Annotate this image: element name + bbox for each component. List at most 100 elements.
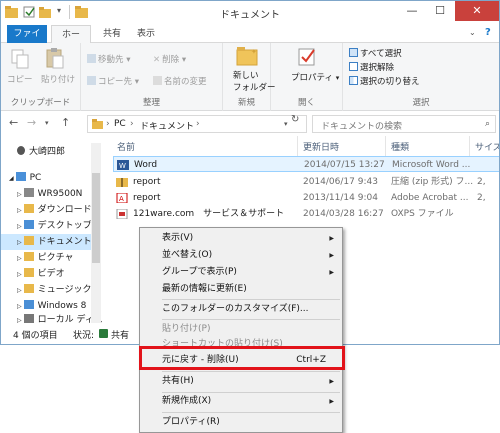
menu-item-refresh[interactable]: 最新の情報に更新(E): [142, 281, 340, 298]
column-divider[interactable]: [297, 136, 298, 156]
minimize-button[interactable]: —: [399, 1, 425, 21]
menu-label-undo: 元に戻す - 削除(U): [162, 355, 239, 365]
refresh-icon[interactable]: ↻: [291, 114, 299, 125]
group-label-new: 新規: [237, 98, 255, 108]
forward-arrow-icon[interactable]: →: [27, 116, 36, 129]
menu-label-properties: プロパティ(R): [162, 417, 220, 427]
menu-item-properties[interactable]: プロパティ(R): [142, 414, 340, 431]
delete-button[interactable]: ✕ 削除 ▾: [153, 53, 186, 65]
menu-label-paste: 貼り付け(P): [162, 324, 211, 334]
file-row[interactable]: A report 2013/11/14 9:04 Adobe Acrobat .…: [113, 190, 499, 206]
file-row[interactable]: 121ware.com サービス＆サポート 2014/03/28 16:27 O…: [113, 206, 499, 222]
delete-icon: ✕: [153, 55, 161, 65]
copy-button[interactable]: コピー: [7, 73, 33, 85]
sidebar-item-music[interactable]: ▷ ミュージック: [17, 282, 91, 298]
breadcrumb-documents[interactable]: ドキュメント: [140, 119, 194, 132]
menu-item-sort[interactable]: 並べ替え(O) ▶: [142, 247, 340, 264]
properties-button[interactable]: プロパティ ▾: [291, 71, 339, 83]
menu-separator: [162, 319, 340, 320]
desktop-icon: [23, 220, 34, 229]
documents-folder-icon: [23, 236, 34, 245]
column-divider[interactable]: [385, 136, 386, 156]
sidebar-item-wr9500n[interactable]: ▷ WR9500N: [17, 186, 82, 202]
menu-item-view[interactable]: 表示(V) ▶: [142, 230, 340, 247]
sidebar-scrollbar[interactable]: [91, 143, 101, 323]
submenu-arrow-icon: ▶: [329, 252, 334, 259]
file-type: OXPS ファイル: [391, 209, 454, 219]
maximize-button[interactable]: ☐: [427, 1, 453, 21]
navigation-pane: 大崎四郎 ◢ PC ▷ WR9500N ▷ ダウンロード ▷ デスクトップ ▷ ドキュメン…: [1, 136, 103, 325]
help-icon[interactable]: ?: [485, 27, 491, 38]
menu-item-undo[interactable]: 元に戻す - 削除(U) Ctrl+Z: [142, 352, 340, 369]
menu-label-customize: このフォルダーのカスタマイズ(F)...: [162, 304, 309, 314]
up-arrow-icon[interactable]: ↑: [61, 116, 70, 129]
sidebar-item-pc[interactable]: ◢ PC: [9, 170, 41, 186]
address-dropdown-icon[interactable]: ▾: [284, 120, 288, 128]
paste-icon: [46, 48, 64, 69]
tab-file[interactable]: ファイル: [7, 25, 47, 57]
column-header-size[interactable]: サイズ: [475, 140, 499, 153]
sidebar-item-user[interactable]: 大崎四郎: [17, 144, 65, 160]
paste-button[interactable]: 貼り付け: [41, 73, 75, 85]
expand-arrow-icon: ▷: [17, 207, 22, 214]
address-bar[interactable]: › PC › ドキュメント › ▾: [87, 115, 307, 133]
file-date: 2013/11/14 9:04: [303, 193, 378, 203]
user-icon: [17, 146, 25, 155]
properties-icon: [298, 48, 315, 66]
recent-locations-icon[interactable]: ▾: [45, 119, 49, 127]
properties-dropdown-icon: ▾: [335, 74, 340, 82]
tab-home[interactable]: ホーム: [51, 25, 91, 58]
menu-shortcut-undo: Ctrl+Z: [296, 355, 326, 365]
tab-view[interactable]: 表示: [131, 25, 161, 43]
delete-label: 削除 ▾: [162, 55, 187, 65]
file-type: Adobe Acrobat ...: [391, 193, 469, 203]
move-to-button[interactable]: 移動先 ▾: [87, 53, 130, 65]
videos-folder-icon: [23, 268, 34, 277]
menu-item-paste-shortcut[interactable]: ショートカットの貼り付け(S): [142, 336, 340, 353]
menu-item-group[interactable]: グループで表示(P) ▶: [142, 264, 340, 281]
search-icon[interactable]: ⌕: [485, 119, 490, 129]
column-header-date[interactable]: 更新日時: [303, 140, 339, 153]
breadcrumb-pc[interactable]: PC: [114, 119, 126, 129]
sidebar-item-pictures[interactable]: ▷ ピクチャ: [17, 250, 74, 266]
copy-to-button[interactable]: コピー先 ▾: [87, 75, 139, 87]
sidebar-item-documents[interactable]: ▷ ドキュメント: [1, 234, 92, 250]
tab-share[interactable]: 共有: [97, 25, 127, 43]
ribbon-tabs: ファイル ホーム 共有 表示 ⌄ ?: [1, 25, 499, 58]
breadcrumb-chevron-icon: ›: [196, 119, 200, 129]
sidebar-item-desktop[interactable]: ▷ デスクトップ: [17, 218, 92, 234]
sidebar-item-videos[interactable]: ▷ ビデオ: [17, 266, 65, 282]
sidebar-scroll-thumb[interactable]: [92, 173, 100, 263]
expand-arrow-icon: ▷: [17, 255, 22, 262]
computer-icon: [15, 172, 26, 181]
file-row[interactable]: W Word 2014/07/15 13:27 Microsoft Word .…: [113, 156, 499, 172]
rename-button[interactable]: 名前の変更: [153, 75, 207, 87]
menu-item-customize[interactable]: このフォルダーのカスタマイズ(F)...: [142, 301, 340, 318]
menu-separator: [162, 299, 340, 300]
file-row[interactable]: report 2014/06/17 9:43 圧縮 (zip 形式) フ... …: [113, 174, 499, 190]
drive-icon: [23, 314, 34, 323]
invert-selection-button[interactable]: 選択の切り替え: [349, 75, 420, 87]
column-header-name[interactable]: 名前: [117, 140, 135, 153]
menu-item-new[interactable]: 新規作成(X) ▶: [142, 393, 340, 410]
column-divider[interactable]: [469, 136, 470, 156]
search-placeholder: ドキュメントの検索: [321, 122, 403, 132]
back-arrow-icon[interactable]: ←: [9, 116, 18, 129]
group-label-organize: 整理: [142, 98, 160, 108]
column-header-type[interactable]: 種類: [391, 140, 409, 153]
group-clipboard: コピー 貼り付け クリップボード: [1, 43, 81, 111]
word-file-icon: W: [117, 160, 129, 170]
close-button[interactable]: ✕: [455, 1, 499, 21]
sidebar-label-music: ミュージック: [37, 285, 92, 295]
menu-item-share[interactable]: 共有(H) ▶: [142, 373, 340, 390]
select-none-button[interactable]: 選択解除: [349, 61, 394, 73]
svg-text:W: W: [119, 162, 126, 170]
submenu-arrow-icon: ▶: [329, 235, 334, 242]
search-input[interactable]: ドキュメントの検索 ⌕: [312, 115, 496, 133]
select-all-button[interactable]: すべて選択: [349, 47, 402, 59]
new-folder-button[interactable]: 新しい フォルダー: [233, 69, 276, 93]
sidebar-item-downloads[interactable]: ▷ ダウンロード: [17, 202, 92, 218]
status-state-label: 状況:: [73, 331, 95, 341]
ribbon-expand-icon[interactable]: ⌄: [469, 28, 476, 37]
copy-to-label: コピー先 ▾: [98, 77, 139, 87]
